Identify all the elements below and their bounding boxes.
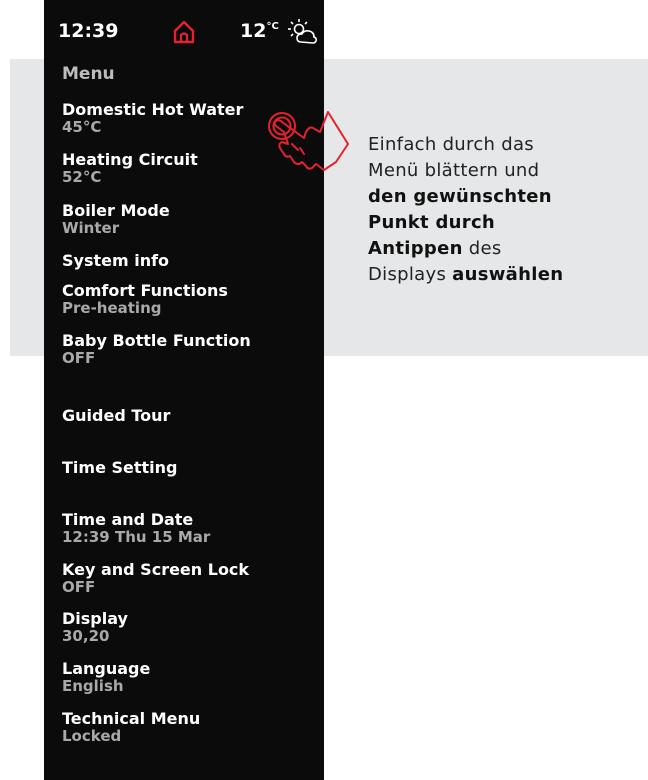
menu-item-value: Pre-heating [62,299,162,317]
instruction-callout: Einfach durch das Menü blättern und den … [368,132,638,288]
menu-item-display[interactable]: Display 30,20 [62,609,128,645]
clock: 12:39 [58,20,119,42]
menu-item-value: OFF [62,578,96,596]
menu-item-domestic-hot-water[interactable]: Domestic Hot Water 45°C [62,100,243,136]
menu-item-technical-menu[interactable]: Technical Menu Locked [62,709,200,745]
menu-item-value: 30,20 [62,627,110,645]
menu-item-time-setting[interactable]: Time Setting [62,458,178,477]
callout-emphasis: auswählen [452,264,564,285]
callout-text: Displays [368,264,453,285]
callout-emphasis: Punkt durch [368,212,496,233]
home-icon[interactable] [170,18,198,46]
callout-line: Einfach durch das [368,134,534,155]
menu-item-label: Display [62,609,128,628]
temperature-unit: °C [266,21,279,32]
status-bar: 12:39 12°C [44,0,324,58]
menu-item-guided-tour[interactable]: Guided Tour [62,406,170,425]
menu-item-label: Key and Screen Lock [62,560,250,579]
menu-item-value: 12:39 Thu 15 Mar [62,528,211,546]
menu-item-label: Technical Menu [62,709,201,728]
menu-item-label: Heating Circuit [62,150,198,169]
callout-emphasis: den gewünschten [368,186,552,207]
menu-item-time-and-date[interactable]: Time and Date 12:39 Thu 15 Mar [62,510,210,546]
outdoor-temperature: 12°C [240,20,279,42]
callout-line: Menü blättern und [368,160,540,181]
menu-item-comfort-functions[interactable]: Comfort Functions Pre-heating [62,281,228,317]
menu-item-label: Baby Bottle Function [62,331,251,350]
menu-item-value: OFF [62,349,96,367]
menu-item-language[interactable]: Language English [62,659,150,695]
temperature-value: 12 [240,20,267,42]
menu-item-label: Time and Date [62,510,194,529]
menu-item-key-and-screen-lock[interactable]: Key and Screen Lock OFF [62,560,249,596]
callout-text: des [462,238,502,259]
tap-hand-icon [268,111,349,171]
sun-cloud-icon [288,19,318,44]
menu-item-value: 52°C [62,168,102,186]
menu-item-value: Locked [62,727,122,745]
menu-item-label: Domestic Hot Water [62,100,244,119]
menu-item-label: Guided Tour [62,406,171,425]
menu-item-value: Winter [62,219,120,237]
menu-item-boiler-mode[interactable]: Boiler Mode Winter [62,201,170,237]
menu-item-heating-circuit[interactable]: Heating Circuit 52°C [62,150,198,186]
callout-emphasis: Antippen [368,238,463,259]
menu-item-label: System info [62,251,170,270]
menu-item-value: 45°C [62,118,102,136]
menu-item-baby-bottle-function[interactable]: Baby Bottle Function OFF [62,331,251,367]
menu-item-value: English [62,677,124,695]
menu-item-label: Language [62,659,151,678]
menu-title: Menu [62,64,115,84]
menu-item-label: Boiler Mode [62,201,170,220]
menu-item-label: Comfort Functions [62,281,228,300]
menu-item-system-info[interactable]: System info [62,251,169,270]
menu-item-label: Time Setting [62,458,178,477]
